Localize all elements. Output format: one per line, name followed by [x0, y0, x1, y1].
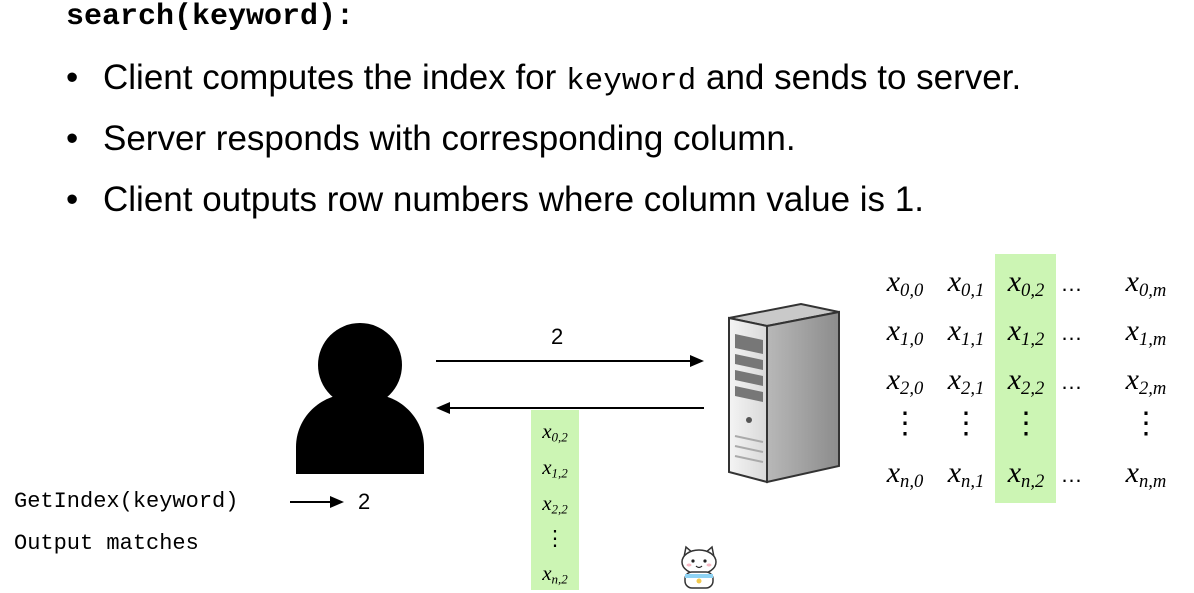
matrix-subscript: 1,2	[551, 465, 568, 481]
matrix-var: x	[1125, 314, 1139, 347]
bullet-item: Client computes the index for keyword an…	[66, 56, 1021, 117]
matrix-var: x	[947, 363, 962, 396]
matrix-subscript: 1,2	[1021, 329, 1045, 351]
matrix-subscript: 0,1	[961, 280, 985, 302]
matrix-subscript: 2,m	[1138, 378, 1167, 400]
vertical-ellipsis-cell: ⋮	[951, 407, 981, 440]
response-cell: x0,2	[531, 418, 579, 451]
bullet-text: Client computes the index for	[103, 58, 567, 97]
matrix-subscript: 2,2	[551, 501, 568, 517]
matrix-subscript: 0,m	[1138, 280, 1167, 302]
matrix-subscript: n,1	[961, 471, 985, 493]
matrix-var: x	[1125, 265, 1139, 298]
response-cell: xn,2	[531, 560, 579, 593]
matrix-var: x	[542, 561, 552, 585]
matrix-var: x	[1125, 363, 1139, 396]
matrix-subscript: 0,0	[900, 280, 924, 302]
bullet-item: Client outputs row numbers where column …	[66, 178, 1021, 239]
matrix-cell: xn,1	[936, 455, 996, 500]
matrix-cell: x2,0	[875, 362, 935, 407]
vertical-ellipsis-cell: ⋮	[890, 407, 920, 440]
matrix-subscript: n,0	[900, 471, 924, 493]
matrix-var: x	[542, 455, 552, 479]
bullet-item: Server responds with corresponding colum…	[66, 117, 1021, 178]
matrix-subscript: 2,2	[1021, 378, 1045, 400]
response-arrowhead	[436, 402, 450, 414]
ellipsis-cell: …	[1060, 369, 1084, 394]
matrix-subscript: 1,m	[1138, 329, 1167, 351]
response-cell: x2,2	[531, 490, 579, 523]
matrix-subscript: n,2	[551, 571, 568, 587]
matrix-cell: x1,1	[936, 313, 996, 358]
matrix-subscript: 0,2	[551, 429, 568, 445]
request-response-arrows	[436, 355, 704, 414]
vertical-ellipsis-cell: ⋮	[1131, 407, 1161, 440]
matrix-cell: x1,m	[1116, 313, 1176, 358]
matrix-subscript: 1,0	[900, 329, 924, 351]
vertical-ellipsis-cell: ⋮	[544, 527, 566, 550]
matrix-cell: x0,m	[1116, 264, 1176, 309]
bullet-text: and sends to server.	[696, 58, 1022, 97]
matrix-cell: x0,0	[875, 264, 935, 309]
getindex-arrow	[290, 496, 344, 508]
matrix-var: x	[1007, 363, 1022, 396]
ellipsis-cell: …	[1060, 462, 1084, 487]
server-icon	[728, 302, 840, 484]
slide-title: search(keyword):	[66, 0, 355, 34]
matrix-cell: xn,0	[875, 455, 935, 500]
matrix-var: x	[542, 419, 552, 443]
matrix-var: x	[947, 314, 962, 347]
user-icon	[296, 323, 424, 474]
matrix-var: x	[947, 265, 962, 298]
bullet-text: Server responds with corresponding colum…	[103, 119, 796, 158]
matrix-var: x	[1007, 265, 1022, 298]
matrix-cell: x2,m	[1116, 362, 1176, 407]
bullet-code: keyword	[566, 64, 697, 99]
getindex-call: GetIndex(keyword)	[14, 489, 239, 514]
matrix-var: x	[886, 363, 901, 396]
matrix-subscript: 0,2	[1021, 280, 1045, 302]
matrix-subscript: n,m	[1138, 471, 1167, 493]
matrix-cell: xn,m	[1116, 455, 1176, 500]
response-cell: x1,2	[531, 454, 579, 487]
matrix-subscript: n,2	[1021, 471, 1045, 493]
matrix-cell: x0,1	[936, 264, 996, 309]
matrix-var: x	[1007, 314, 1022, 347]
matrix-var: x	[542, 491, 552, 515]
matrix-subscript: 2,1	[961, 378, 985, 400]
matrix-subscript: 2,0	[900, 378, 924, 400]
matrix-var: x	[886, 265, 901, 298]
vertical-ellipsis-cell: ⋮	[1011, 407, 1041, 440]
output-matches-label: Output matches	[14, 531, 199, 556]
matrix-var: x	[886, 314, 901, 347]
request-value-label: 2	[551, 324, 564, 349]
matrix-var: x	[1125, 456, 1139, 489]
bullet-text: Client outputs row numbers where column …	[103, 180, 924, 219]
bullet-list: Client computes the index for keyword an…	[66, 56, 1021, 239]
matrix-var: x	[947, 456, 962, 489]
matrix-cell: x2,1	[936, 362, 996, 407]
getindex-result: 2	[358, 489, 371, 514]
matrix-var: x	[886, 456, 901, 489]
request-arrowhead	[690, 355, 704, 367]
ellipsis-cell: …	[1060, 320, 1084, 345]
ellipsis-cell: …	[1060, 271, 1084, 296]
matrix-cell: x1,0	[875, 313, 935, 358]
matrix-subscript: 1,1	[961, 329, 985, 351]
matrix-var: x	[1007, 456, 1022, 489]
cat-mascot-icon	[681, 545, 717, 589]
